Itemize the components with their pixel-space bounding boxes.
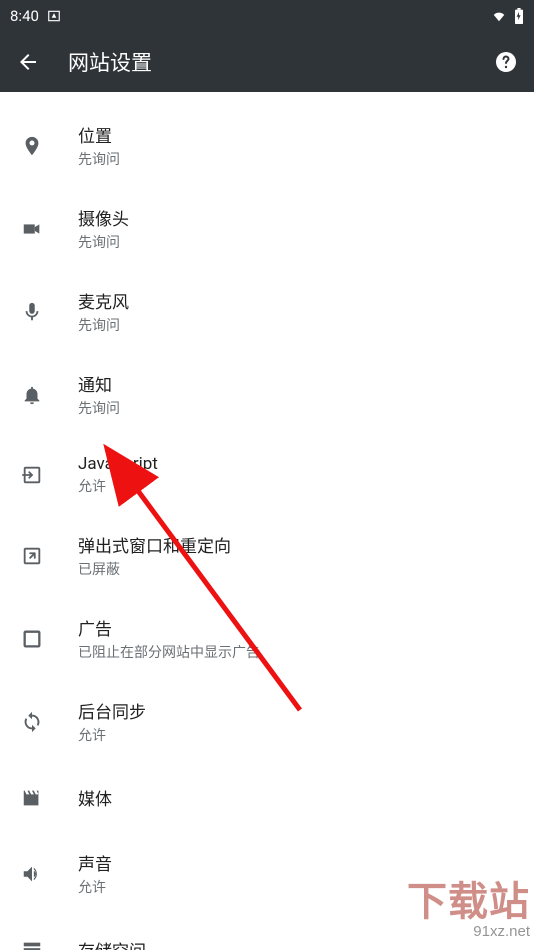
setting-sub: 已阻止在部分网站中显示广告 (78, 642, 260, 662)
setting-sub: 允许 (78, 476, 158, 496)
setting-label: 位置 (78, 122, 120, 147)
sync-icon (20, 710, 44, 734)
setting-label: 通知 (78, 371, 120, 396)
storage-icon (20, 938, 44, 950)
mic-icon (20, 300, 44, 324)
setting-item-microphone[interactable]: 麦克风 先询问 (0, 270, 534, 353)
setting-label: 存储空间 (78, 937, 146, 950)
wifi-icon (490, 9, 508, 23)
setting-sub: 先询问 (78, 398, 120, 418)
setting-label: 广告 (78, 615, 260, 640)
setting-label: 声音 (78, 850, 112, 875)
status-alert-icon (47, 9, 61, 23)
setting-item-notifications[interactable]: 通知 先询问 (0, 353, 534, 436)
movie-icon (20, 786, 44, 810)
status-time: 8:40 (10, 7, 39, 25)
setting-item-media[interactable]: 媒体 (0, 763, 534, 832)
setting-label: 弹出式窗口和重定向 (78, 532, 231, 557)
battery-icon (514, 8, 524, 24)
setting-label: 媒体 (78, 785, 112, 810)
setting-sub: 允许 (78, 877, 112, 897)
open-in-new-icon (20, 544, 44, 568)
setting-label: 麦克风 (78, 288, 129, 313)
setting-item-javascript[interactable]: JavaScript 允许 (0, 436, 534, 514)
setting-item-sound[interactable]: 声音 允许 (0, 832, 534, 915)
arrow-back-icon (16, 50, 40, 74)
back-button[interactable] (16, 50, 40, 74)
setting-sub: 允许 (78, 725, 146, 745)
bell-icon (20, 383, 44, 407)
settings-list: 位置 先询问 摄像头 先询问 麦克风 先询问 通知 先询问 (0, 92, 534, 950)
setting-item-background-sync[interactable]: 后台同步 允许 (0, 680, 534, 763)
status-bar: 8:40 (0, 0, 534, 32)
location-icon (20, 134, 44, 158)
app-bar: 网站设置 (0, 32, 534, 92)
camera-icon (20, 217, 44, 241)
setting-sub: 先询问 (78, 232, 129, 252)
setting-item-ads[interactable]: 广告 已阻止在部分网站中显示广告 (0, 597, 534, 680)
setting-item-storage[interactable]: 存储空间 (0, 915, 534, 950)
setting-item-popups[interactable]: 弹出式窗口和重定向 已屏蔽 (0, 514, 534, 597)
page-title: 网站设置 (68, 47, 466, 77)
setting-label: 摄像头 (78, 205, 129, 230)
help-icon (494, 50, 518, 74)
setting-item-camera[interactable]: 摄像头 先询问 (0, 187, 534, 270)
square-icon (20, 627, 44, 651)
setting-sub: 先询问 (78, 315, 129, 335)
setting-sub: 已屏蔽 (78, 559, 231, 579)
setting-sub: 先询问 (78, 149, 120, 169)
setting-label: 后台同步 (78, 698, 146, 723)
volume-icon (20, 862, 44, 886)
setting-item-location[interactable]: 位置 先询问 (0, 104, 534, 187)
help-button[interactable] (494, 50, 518, 74)
setting-label: JavaScript (78, 454, 158, 474)
login-icon (20, 463, 44, 487)
